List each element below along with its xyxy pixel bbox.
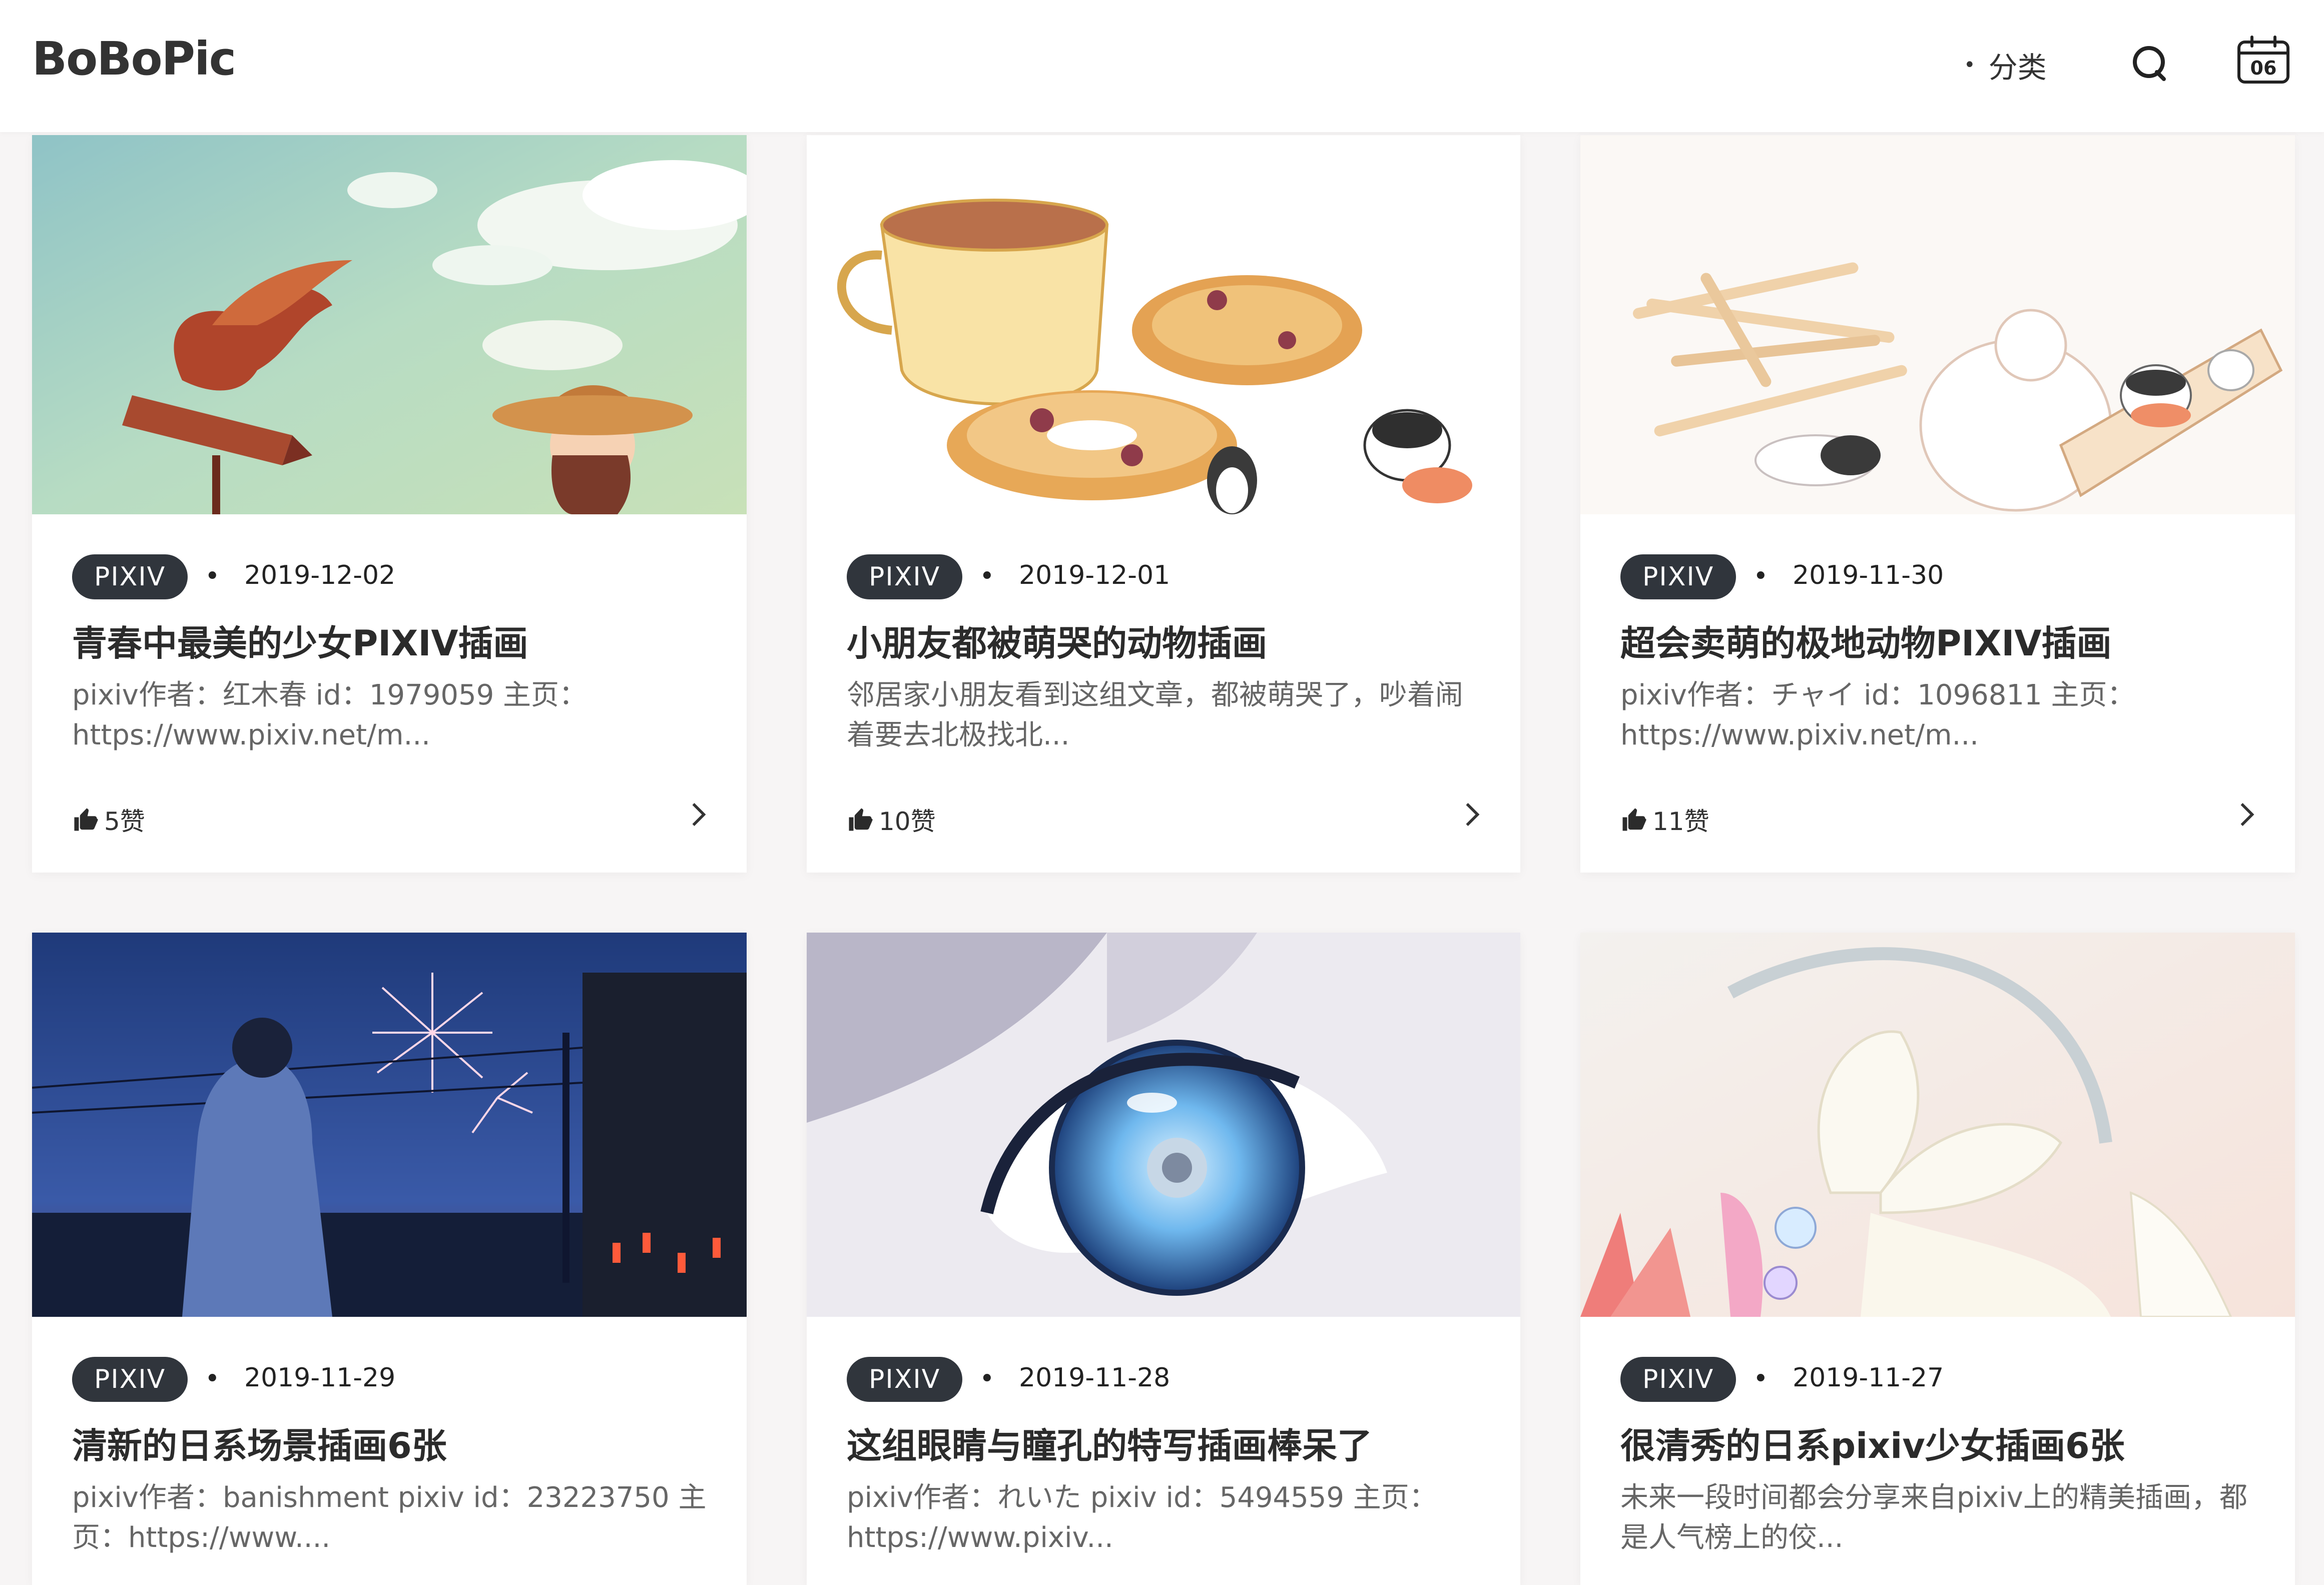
post-excerpt: 邻居家小朋友看到这组文章，都被萌哭了，吵着闹着要去北极找北...	[847, 679, 1463, 751]
like-count[interactable]: 10赞	[847, 802, 936, 838]
post-thumbnail[interactable]	[32, 135, 747, 514]
post-date: 2019-11-28	[1019, 1363, 1171, 1393]
site-header: BoBoPic • 分类 06	[0, 0, 2324, 132]
post-date: 2019-11-30	[1793, 560, 1944, 590]
category-tag[interactable]: PIXIV	[1620, 1357, 1736, 1402]
post-title[interactable]: 小朋友都被萌哭的动物插画	[847, 615, 1490, 666]
thumbs-up-icon	[74, 808, 98, 831]
thumbs-up-icon	[1622, 808, 1646, 831]
like-label: 11赞	[1652, 807, 1709, 836]
nav-category-label: 分类	[1988, 51, 2047, 85]
post-card[interactable]: PIXIV • 2019-11-29 清新的日系场景插画6张 pixiv作者：b…	[32, 933, 747, 1585]
post-thumbnail[interactable]	[807, 135, 1520, 514]
post-title[interactable]: 清新的日系场景插画6张	[72, 1418, 717, 1468]
post-title[interactable]: 青春中最美的少女PIXIV插画	[72, 615, 717, 666]
category-tag[interactable]: PIXIV	[1620, 554, 1736, 599]
post-card[interactable]: PIXIV • 2019-11-30 超会卖萌的极地动物PIXIV插画 pixi…	[1580, 135, 2295, 873]
post-thumbnail[interactable]	[1580, 135, 2295, 514]
post-title[interactable]: 这组眼睛与瞳孔的特写插画棒呆了	[847, 1418, 1490, 1468]
post-excerpt: pixiv作者：れいた pixiv id：5494559 主页：https://…	[847, 1481, 1437, 1554]
bullet-separator: •	[1753, 561, 1769, 591]
post-date: 2019-12-01	[1019, 560, 1171, 590]
post-title[interactable]: 很清秀的日系pixiv少女插画6张	[1620, 1418, 2265, 1468]
thumbs-up-icon	[849, 808, 873, 831]
post-excerpt: pixiv作者：红木春 id：1979059 主页：https://www.pi…	[72, 679, 588, 751]
chevron-right-icon[interactable]	[1462, 801, 1482, 829]
nav-category-link[interactable]: • 分类	[1964, 44, 2047, 86]
post-card[interactable]: PIXIV • 2019-12-01 小朋友都被萌哭的动物插画 邻居家小朋友看到…	[807, 135, 1520, 873]
like-count[interactable]: 11赞	[1620, 802, 1709, 838]
post-excerpt: pixiv作者：banishment pixiv id：23223750 主页：…	[72, 1481, 707, 1554]
calendar-day: 06	[2250, 57, 2277, 79]
post-grid: PIXIV • 2019-12-02 青春中最美的少女PIXIV插画 pixiv…	[0, 0, 2324, 1585]
chevron-right-icon[interactable]	[689, 801, 709, 829]
post-date: 2019-11-27	[1793, 1363, 1944, 1393]
bullet-separator: •	[205, 561, 220, 591]
category-tag[interactable]: PIXIV	[847, 554, 963, 599]
category-tag[interactable]: PIXIV	[847, 1357, 963, 1402]
bullet-separator: •	[205, 1364, 220, 1394]
post-date: 2019-11-29	[244, 1363, 396, 1393]
post-excerpt: 未来一段时间都会分享来自pixiv上的精美插画，都是人气榜上的佼...	[1620, 1481, 2247, 1554]
like-count[interactable]: 5赞	[72, 802, 145, 838]
post-excerpt: pixiv作者：チャイ id：1096811 主页：https://www.pi…	[1620, 679, 2135, 751]
category-tag[interactable]: PIXIV	[72, 1357, 188, 1402]
bullet-separator: •	[979, 561, 995, 591]
post-date: 2019-12-02	[244, 560, 396, 590]
category-tag[interactable]: PIXIV	[72, 554, 188, 599]
like-label: 10赞	[879, 807, 936, 836]
post-thumbnail[interactable]	[32, 933, 747, 1317]
post-card[interactable]: PIXIV • 2019-12-02 青春中最美的少女PIXIV插画 pixiv…	[32, 135, 747, 873]
post-thumbnail[interactable]	[807, 933, 1520, 1317]
like-label: 5赞	[104, 807, 145, 836]
post-title[interactable]: 超会卖萌的极地动物PIXIV插画	[1620, 615, 2265, 666]
calendar-icon[interactable]: 06	[2236, 35, 2291, 85]
bullet-separator: •	[979, 1364, 995, 1394]
post-thumbnail[interactable]	[1580, 933, 2295, 1317]
chevron-right-icon[interactable]	[2237, 801, 2257, 829]
bullet-icon: •	[1964, 54, 1976, 77]
post-card[interactable]: PIXIV • 2019-11-28 这组眼睛与瞳孔的特写插画棒呆了 pixiv…	[807, 933, 1520, 1585]
bullet-separator: •	[1753, 1364, 1769, 1394]
site-logo[interactable]: BoBoPic	[32, 32, 236, 86]
search-icon[interactable]	[2130, 43, 2170, 83]
post-card[interactable]: PIXIV • 2019-11-27 很清秀的日系pixiv少女插画6张 未来一…	[1580, 933, 2295, 1585]
